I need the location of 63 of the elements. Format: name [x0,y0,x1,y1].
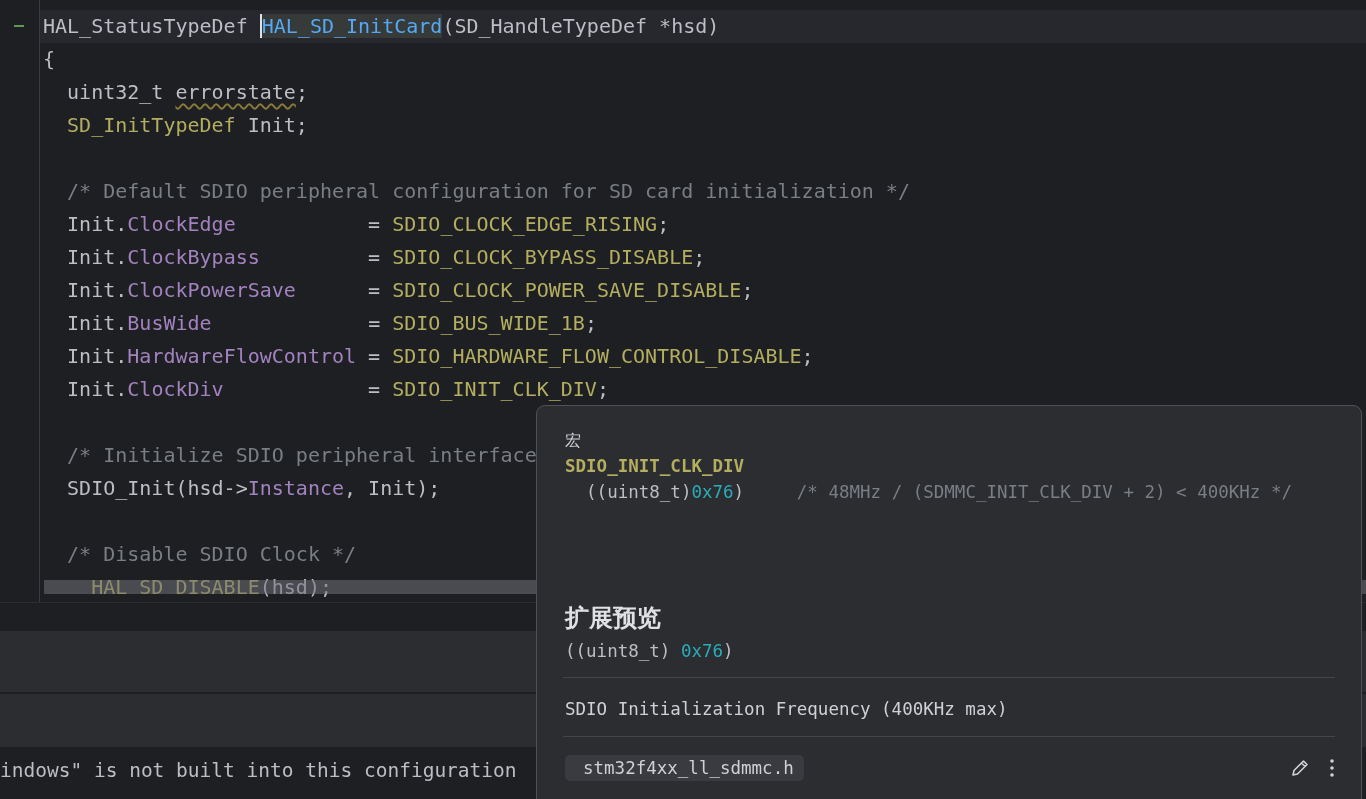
code-text: = [367,245,382,269]
code-comment: /* Default SDIO peripheral configuration for SD card initialization */ [66,179,910,203]
number-literal: 0x76 [680,641,724,661]
code-text: SDIO_Init(hsd-> [66,476,248,500]
code-text: ) [723,641,734,661]
code-text: ((uint8_t) [565,641,672,661]
macro-name: SDIO_CLOCK_POWER_SAVE_DISABLE [392,278,742,302]
code-text: ; [693,245,706,269]
macro-name: SDIO_CLOCK_EDGE_RISING [392,212,658,236]
code-text: Init. [66,311,128,335]
code-comment: /* Disable SDIO Clock */ [66,542,357,566]
field-name: ClockEdge [127,212,236,236]
field-name: ClockDiv [127,377,224,401]
code-text: , Init); [344,476,441,500]
code-text: Init. [66,344,128,368]
code-text: Init. [66,278,128,302]
code-text: = [367,278,382,302]
code-comment: /* 48MHz / (SDMMC_INIT_CLK_DIV + 2) < 400KHz */ [796,482,1292,502]
macro-name: SDIO_INIT_CLK_DIV [565,455,746,478]
function-name: HAL_SD_InitCard [259,14,443,38]
code-text: (SD_HandleTypeDef *hsd) [442,14,720,38]
file-chip[interactable]: stm32f4xx_ll_sdmmc.h [565,755,804,781]
code-text: { [43,47,56,71]
code-text: = [367,377,382,401]
field-name: ClockPowerSave [127,278,296,302]
code-text: ; [584,311,597,335]
field-name: BusWide [127,311,212,335]
code-text: = [367,212,382,236]
code-text: Init; [246,113,308,137]
change-marker [14,25,24,27]
code-text: Init. [66,212,128,236]
console-line: indows" is not built into this configuration [0,758,517,784]
code-text: (hsd); [259,575,332,599]
code-text: = [367,311,382,335]
symbol-kind: 宏 [565,430,582,452]
code-text: ; [295,80,308,104]
type-name: SD_InitTypeDef [66,113,236,137]
code-text: Init. [66,245,128,269]
code-text: ) [733,482,746,502]
macro-name: SDIO_CLOCK_BYPASS_DISABLE [392,245,694,269]
field-name: HardwareFlowControl [127,344,357,368]
macro-name: SDIO_INIT_CLK_DIV [392,377,597,401]
field-name: Instance [247,476,345,500]
section-heading: 扩展预览 [565,603,662,634]
code-text: ; [801,344,814,368]
pencil-icon[interactable] [1289,757,1311,779]
code-comment: /* Initialize SDIO peripheral interface [66,443,537,467]
field-name: ClockBypass [127,245,260,269]
variable-name: errorstate [175,80,296,104]
code-text: ; [596,377,609,401]
description: SDIO Initialization Frequency (400KHz max) [565,698,1009,721]
macro-name: SDIO_HARDWARE_FLOW_CONTROL_DISABLE [392,344,802,368]
code-text: uint32_t [66,80,165,104]
code-text: Init. [66,377,128,401]
code-text: ; [657,212,670,236]
more-icon[interactable] [1329,758,1335,778]
code-text: HAL_StatusTypeDef [43,14,249,38]
macro-name: SDIO_BUS_WIDE_1B [392,311,585,335]
macro-name: HAL SD DISABLE [90,575,260,599]
number-literal: 0x76 [691,482,734,502]
code-text: = [367,344,382,368]
code-text: ; [741,278,754,302]
code-text: ((uint8_t) [585,482,692,502]
